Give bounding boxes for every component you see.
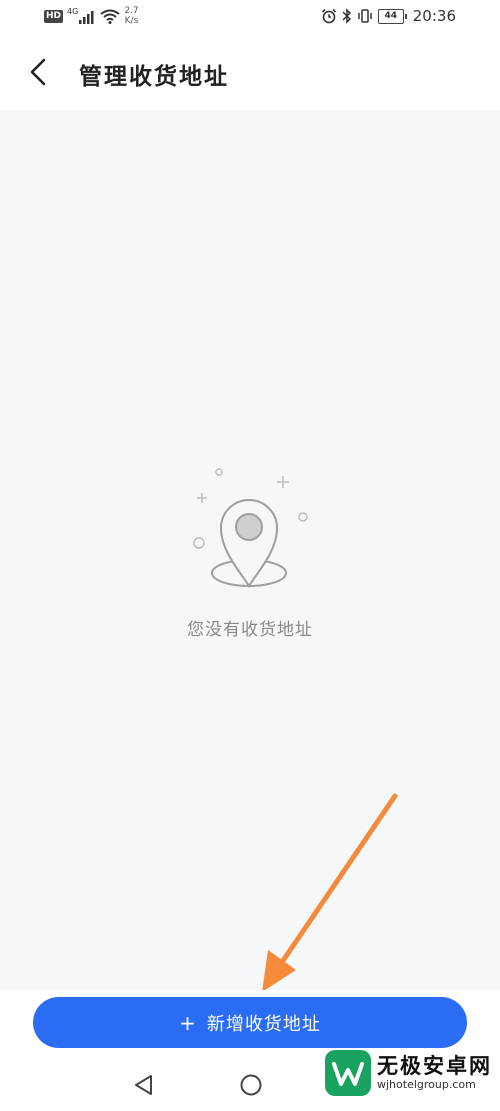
annotation-arrow-icon xyxy=(262,793,398,992)
back-button[interactable] xyxy=(22,54,56,90)
plus-icon: + xyxy=(179,1010,197,1035)
nav-home-circle-icon[interactable] xyxy=(239,1073,263,1097)
alarm-icon xyxy=(321,8,336,24)
battery-indicator: 44 xyxy=(377,8,407,24)
header: 管理收货地址 xyxy=(0,36,500,110)
empty-state-message: 您没有收货地址 xyxy=(187,620,313,640)
hd-badge: HD xyxy=(44,10,64,23)
watermark-url: wjhotelgroup.com xyxy=(377,1078,476,1091)
add-address-label: 新增收货地址 xyxy=(206,1013,321,1035)
chevron-left-icon xyxy=(30,58,46,86)
speed-value: 2.7 xyxy=(124,6,139,16)
bluetooth-icon xyxy=(342,8,351,24)
watermark-text: 无极安卓网 wjhotelgroup.com xyxy=(377,1054,492,1092)
network-speed: 2.7 K/s xyxy=(124,6,138,26)
status-right: 44 20:36 xyxy=(316,7,456,25)
bottom-area: + 新增收货地址 无极安卓网 wjhotelgroup.com xyxy=(0,990,500,1111)
network-type: 4G xyxy=(67,7,79,16)
location-pin-icon xyxy=(193,468,308,588)
watermark-title: 无极安卓网 xyxy=(377,1054,492,1078)
watermark: 无极安卓网 wjhotelgroup.com xyxy=(325,1050,492,1096)
speed-unit: K/s xyxy=(124,16,139,26)
add-address-button[interactable]: + 新增收货地址 xyxy=(33,997,467,1048)
clock: 20:36 xyxy=(412,7,456,25)
status-left: HD 4G 2.7 K/s xyxy=(44,6,139,26)
main-content: 您没有收货地址 xyxy=(0,110,500,992)
wifi-icon xyxy=(100,9,120,24)
status-bar: HD 4G 2.7 K/s 44 20:36 xyxy=(0,0,500,36)
vibrate-icon xyxy=(358,9,372,23)
nav-back-triangle-icon[interactable] xyxy=(132,1073,154,1097)
page-title: 管理收货地址 xyxy=(79,64,229,90)
signal-icon xyxy=(79,11,94,24)
watermark-logo-icon xyxy=(325,1050,371,1096)
